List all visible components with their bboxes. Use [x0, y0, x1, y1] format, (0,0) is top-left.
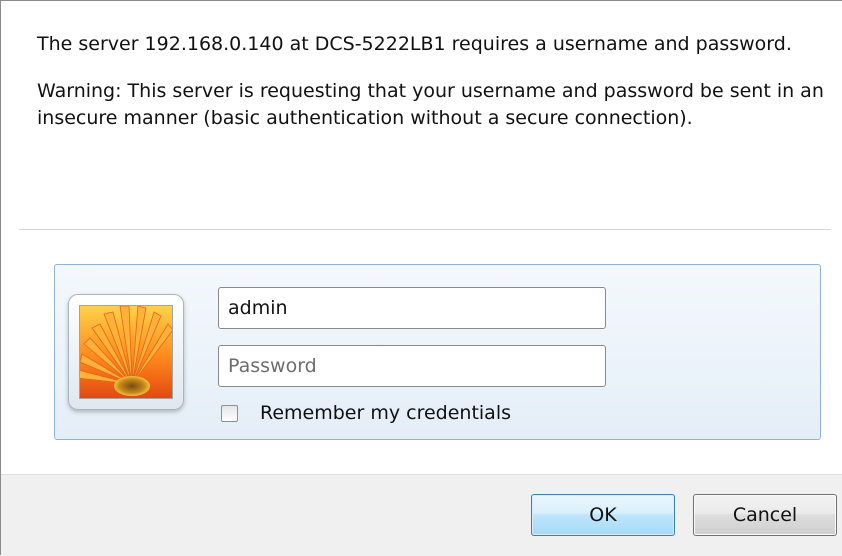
avatar [68, 294, 184, 410]
server-message: The server 192.168.0.140 at DCS-5222LB1 … [37, 33, 792, 55]
cancel-button-label: Cancel [732, 504, 798, 526]
remember-checkbox[interactable] [221, 404, 238, 422]
password-field[interactable] [218, 345, 606, 387]
remember-credentials[interactable]: Remember my credentials [221, 401, 511, 425]
security-warning: Warning: This server is requesting that … [37, 80, 824, 129]
flower-user-picture-icon [79, 305, 173, 399]
credential-panel: Remember my credentials [54, 264, 821, 440]
divider [19, 229, 831, 230]
ok-button-label: OK [589, 504, 617, 526]
auth-dialog: The server 192.168.0.140 at DCS-5222LB1 … [0, 0, 842, 556]
username-field[interactable] [218, 287, 606, 329]
message-area: The server 192.168.0.140 at DCS-5222LB1 … [37, 31, 827, 132]
button-bar: OK Cancel [1, 474, 842, 556]
remember-label[interactable]: Remember my credentials [260, 402, 511, 424]
ok-button[interactable]: OK [531, 494, 675, 536]
cancel-button[interactable]: Cancel [693, 494, 837, 536]
